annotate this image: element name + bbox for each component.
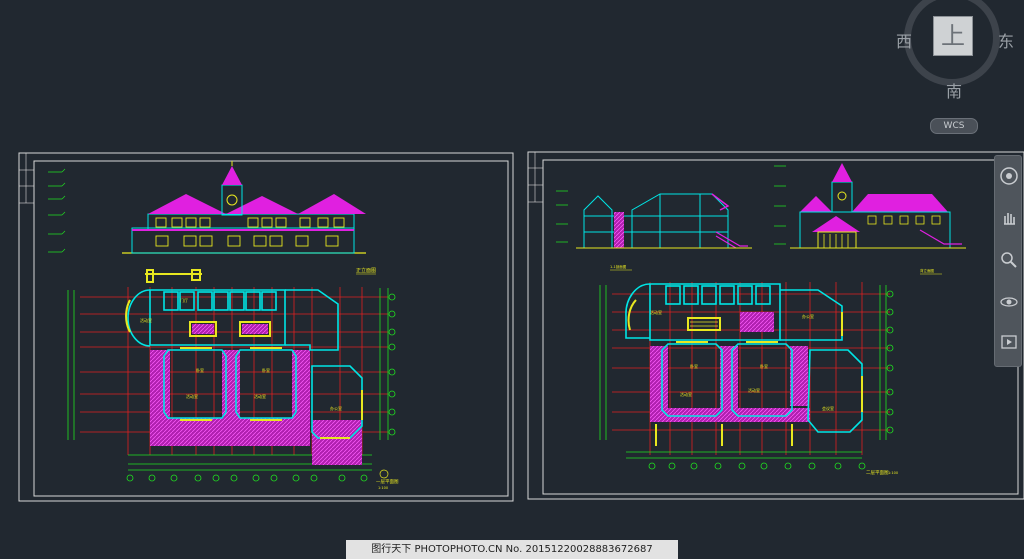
svg-text:活动室: 活动室: [186, 393, 198, 399]
watermark-banner: 图行天下 PHOTOPHOTO.CN No. 20151220028883672…: [346, 540, 678, 559]
level-markers: [48, 168, 66, 253]
svg-text:活动室: 活动室: [140, 317, 152, 323]
showmotion-icon[interactable]: [999, 332, 1019, 352]
elevation-title: 正立面图: [356, 267, 376, 274]
plan-scale-right: 1:100: [888, 471, 898, 475]
svg-text:活动室: 活动室: [680, 391, 692, 397]
front-elevation: 正立面图: [122, 161, 376, 275]
rear-elevation: 背立面图: [774, 163, 966, 275]
second-floor-plan: 活动室 卧室 卧室 活动室 活动室 办公室 会议室 二层平面图 1:100: [599, 282, 898, 476]
svg-text:办公室: 办公室: [802, 313, 814, 319]
svg-text:会议室: 会议室: [822, 405, 834, 411]
title-strip: [528, 152, 543, 203]
plan-scale-left: 1:100: [378, 486, 388, 490]
svg-text:卧室: 卧室: [196, 367, 204, 373]
plan-title-left: 一层平面图: [376, 479, 399, 485]
section-elevation: 1-1剖面图: [556, 190, 752, 271]
svg-text:卧室: 卧室: [690, 363, 698, 369]
orbit-icon[interactable]: [999, 292, 1019, 312]
svg-text:活动室: 活动室: [748, 387, 760, 393]
compass-east[interactable]: 东: [998, 28, 1014, 52]
first-floor-plan: 活动室 卧室 卧室 活动室 活动室 办公室 门厅 一层平面图 1:100: [67, 269, 399, 490]
compass-west[interactable]: 西: [896, 28, 912, 52]
sheet-right[interactable]: 1-1剖面图 背立面图 活动室 卧室 卧室 活动室 活动室 办公室 会议室 二层…: [527, 151, 1024, 500]
full-navigation-wheel-icon[interactable]: [999, 166, 1019, 186]
sheet-left[interactable]: 正立面图 活动室 卧室 卧室 活动室 活动室 办公室 门厅 一层平面图 1:10…: [18, 152, 514, 502]
title-strip: [19, 153, 34, 204]
viewcube-top-face[interactable]: 上: [933, 16, 973, 56]
section-title: 1-1剖面图: [610, 264, 627, 269]
wcs-menu-button[interactable]: WCS: [930, 118, 978, 134]
sheet-outer-frame: [527, 151, 1024, 500]
svg-text:门厅: 门厅: [180, 297, 188, 303]
plan-title-right: 二层平面图: [866, 470, 889, 476]
svg-text:卧室: 卧室: [262, 367, 270, 373]
svg-text:卧室: 卧室: [760, 363, 768, 369]
svg-text:办公室: 办公室: [330, 405, 342, 411]
pan-icon[interactable]: [999, 208, 1019, 228]
svg-text:活动室: 活动室: [650, 309, 662, 315]
zoom-icon[interactable]: [999, 250, 1019, 270]
rear-elevation-title: 背立面图: [920, 268, 934, 273]
svg-text:活动室: 活动室: [254, 393, 266, 399]
navigation-bar[interactable]: [994, 155, 1022, 367]
viewcube[interactable]: 上 西 东 南 WCS: [896, 0, 1024, 140]
drawing-viewport[interactable]: 正立面图 活动室 卧室 卧室 活动室 活动室 办公室 门厅 一层平面图 1:10…: [0, 0, 1024, 559]
compass-south[interactable]: 南: [946, 78, 962, 102]
